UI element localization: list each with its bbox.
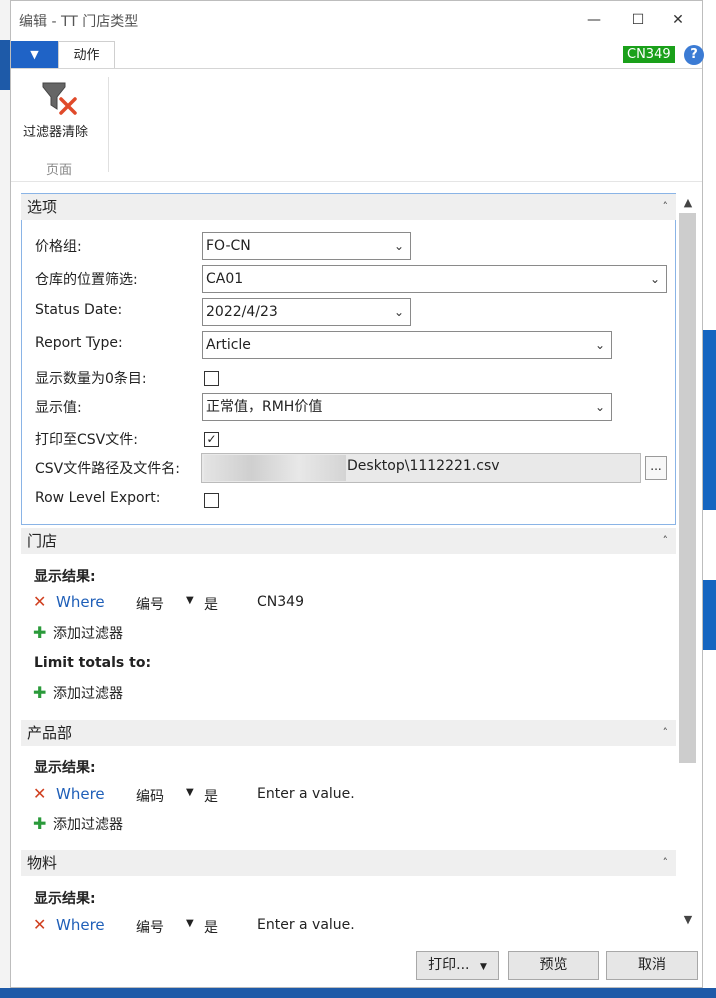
field-dropdown-icon[interactable]: ▼ <box>186 595 194 606</box>
filter-operator: 是 <box>204 920 218 936</box>
content-divider <box>11 181 702 182</box>
csv-path-value: Desktop\1112221.csv <box>347 458 500 474</box>
close-button[interactable]: ✕ <box>656 7 700 33</box>
scrollbar-thumb[interactable] <box>679 213 696 763</box>
price-group-label: 价格组: <box>35 239 82 255</box>
clear-filter-button[interactable]: 过滤器清除 <box>23 121 88 140</box>
clear-filter-icon[interactable] <box>41 79 81 119</box>
ribbon-separator <box>108 77 109 172</box>
print-csv-checkbox[interactable]: ✓ <box>204 432 219 447</box>
location-filter-value: CA01 <box>206 271 244 287</box>
status-date-label: Status Date: <box>35 302 123 318</box>
collapse-icon[interactable]: ˄ <box>663 720 669 746</box>
location-filter-select[interactable]: CA01 ⌄ <box>202 265 667 293</box>
filter-field[interactable]: 编号 <box>136 917 164 937</box>
section-title: 选项 <box>27 198 58 216</box>
limit-totals-label: Limit totals to: <box>34 655 152 671</box>
ribbon-group-label: 页面 <box>46 163 73 178</box>
section-material-header[interactable]: 物料 ˄ <box>21 850 676 876</box>
remove-filter-icon[interactable]: ✕ <box>33 592 46 611</box>
tab-actions[interactable]: 动作 <box>58 41 115 69</box>
filter-value[interactable]: Enter a value. <box>257 786 355 802</box>
background-app-right-accent <box>703 330 716 510</box>
section-title: 门店 <box>27 532 58 550</box>
status-date-value: 2022/4/23 <box>206 304 278 320</box>
show-value-label: 显示值: <box>35 400 82 416</box>
window-title: 编辑 - TT 门店类型 <box>19 14 139 30</box>
remove-filter-icon[interactable]: ✕ <box>33 784 46 803</box>
section-options-header[interactable]: 选项 ˄ <box>21 194 676 220</box>
row-level-label: Row Level Export: <box>35 490 161 506</box>
show-zero-checkbox[interactable] <box>204 371 219 386</box>
dialog-window: 编辑 - TT 门店类型 — ☐ ✕ ▼ 动作 CN349 ? 过滤器清除 页面… <box>10 0 704 988</box>
section-product-dept-header[interactable]: 产品部 ˄ <box>21 720 676 746</box>
company-badge: CN349 <box>623 46 675 63</box>
ribbon-divider <box>11 68 702 69</box>
where-link[interactable]: Where <box>56 785 105 803</box>
show-results-label: 显示结果: <box>34 760 96 776</box>
status-date-select[interactable]: 2022/4/23 ⌄ <box>202 298 411 326</box>
show-value-value: 正常值，RMH价值 <box>206 399 323 415</box>
price-group-select[interactable]: FO-CN ⌄ <box>202 232 411 260</box>
show-results-label: 显示结果: <box>34 891 96 907</box>
section-title: 物料 <box>27 854 58 872</box>
filter-value[interactable]: CN349 <box>257 594 304 610</box>
chevron-down-icon: ▼ <box>479 962 487 972</box>
ribbon-menu-button[interactable]: ▼ <box>11 41 58 69</box>
where-link[interactable]: Where <box>56 916 105 934</box>
field-dropdown-icon[interactable]: ▼ <box>186 787 194 798</box>
collapse-icon[interactable]: ˄ <box>663 528 669 554</box>
scroll-down-icon[interactable]: ▼ <box>678 913 698 926</box>
chevron-down-icon: ⌄ <box>649 272 660 286</box>
add-icon[interactable]: ✚ <box>33 814 46 833</box>
report-type-value: Article <box>206 337 251 353</box>
field-dropdown-icon[interactable]: ▼ <box>186 918 194 929</box>
cancel-button[interactable]: 取消 <box>606 951 698 980</box>
chevron-down-icon: ⌄ <box>393 239 404 253</box>
collapse-icon[interactable]: ˄ <box>663 194 669 220</box>
price-group-value: FO-CN <box>206 238 251 254</box>
report-type-label: Report Type: <box>35 335 123 351</box>
chevron-down-icon: ⌄ <box>594 400 605 414</box>
background-taskbar <box>0 988 716 998</box>
background-app-left <box>0 0 10 998</box>
where-link[interactable]: Where <box>56 593 105 611</box>
filter-value[interactable]: Enter a value. <box>257 917 355 933</box>
print-button[interactable]: 打印... ▼ <box>416 951 499 980</box>
background-app-right-accent-2 <box>703 580 716 650</box>
section-store-header[interactable]: 门店 ˄ <box>21 528 676 554</box>
csv-browse-button[interactable]: ... <box>645 456 667 480</box>
chevron-down-icon: ⌄ <box>393 305 404 319</box>
filter-field[interactable]: 编号 <box>136 594 164 614</box>
filter-field[interactable]: 编码 <box>136 786 164 806</box>
collapse-icon[interactable]: ˄ <box>663 850 669 876</box>
chevron-down-icon: ⌄ <box>594 338 605 352</box>
remove-filter-icon[interactable]: ✕ <box>33 915 46 934</box>
help-icon[interactable]: ? <box>684 45 704 65</box>
add-icon[interactable]: ✚ <box>33 623 46 642</box>
print-csv-label: 打印至CSV文件: <box>35 432 138 448</box>
background-app-left-accent <box>0 40 10 90</box>
scroll-up-icon[interactable]: ▲ <box>678 196 698 209</box>
filter-operator: 是 <box>204 597 218 613</box>
add-filter-button[interactable]: 添加过滤器 <box>53 814 123 834</box>
report-type-select[interactable]: Article ⌄ <box>202 331 612 359</box>
show-zero-label: 显示数量为0条目: <box>35 371 147 387</box>
title-bar: 编辑 - TT 门店类型 — ☐ ✕ <box>11 1 702 39</box>
show-value-select[interactable]: 正常值，RMH价值 ⌄ <box>202 393 612 421</box>
redacted-path-segment <box>204 455 346 481</box>
show-results-label: 显示结果: <box>34 569 96 585</box>
row-level-checkbox[interactable] <box>204 493 219 508</box>
location-filter-label: 仓库的位置筛选: <box>35 272 138 288</box>
section-title: 产品部 <box>27 724 73 742</box>
minimize-button[interactable]: — <box>572 7 616 33</box>
maximize-button[interactable]: ☐ <box>616 7 660 33</box>
add-limit-filter-button[interactable]: 添加过滤器 <box>53 683 123 703</box>
filter-operator: 是 <box>204 789 218 805</box>
preview-button[interactable]: 预览 <box>508 951 599 980</box>
csv-path-label: CSV文件路径及文件名: <box>35 461 180 477</box>
print-button-label: 打印... <box>428 957 470 973</box>
add-filter-button[interactable]: 添加过滤器 <box>53 623 123 643</box>
add-icon[interactable]: ✚ <box>33 683 46 702</box>
